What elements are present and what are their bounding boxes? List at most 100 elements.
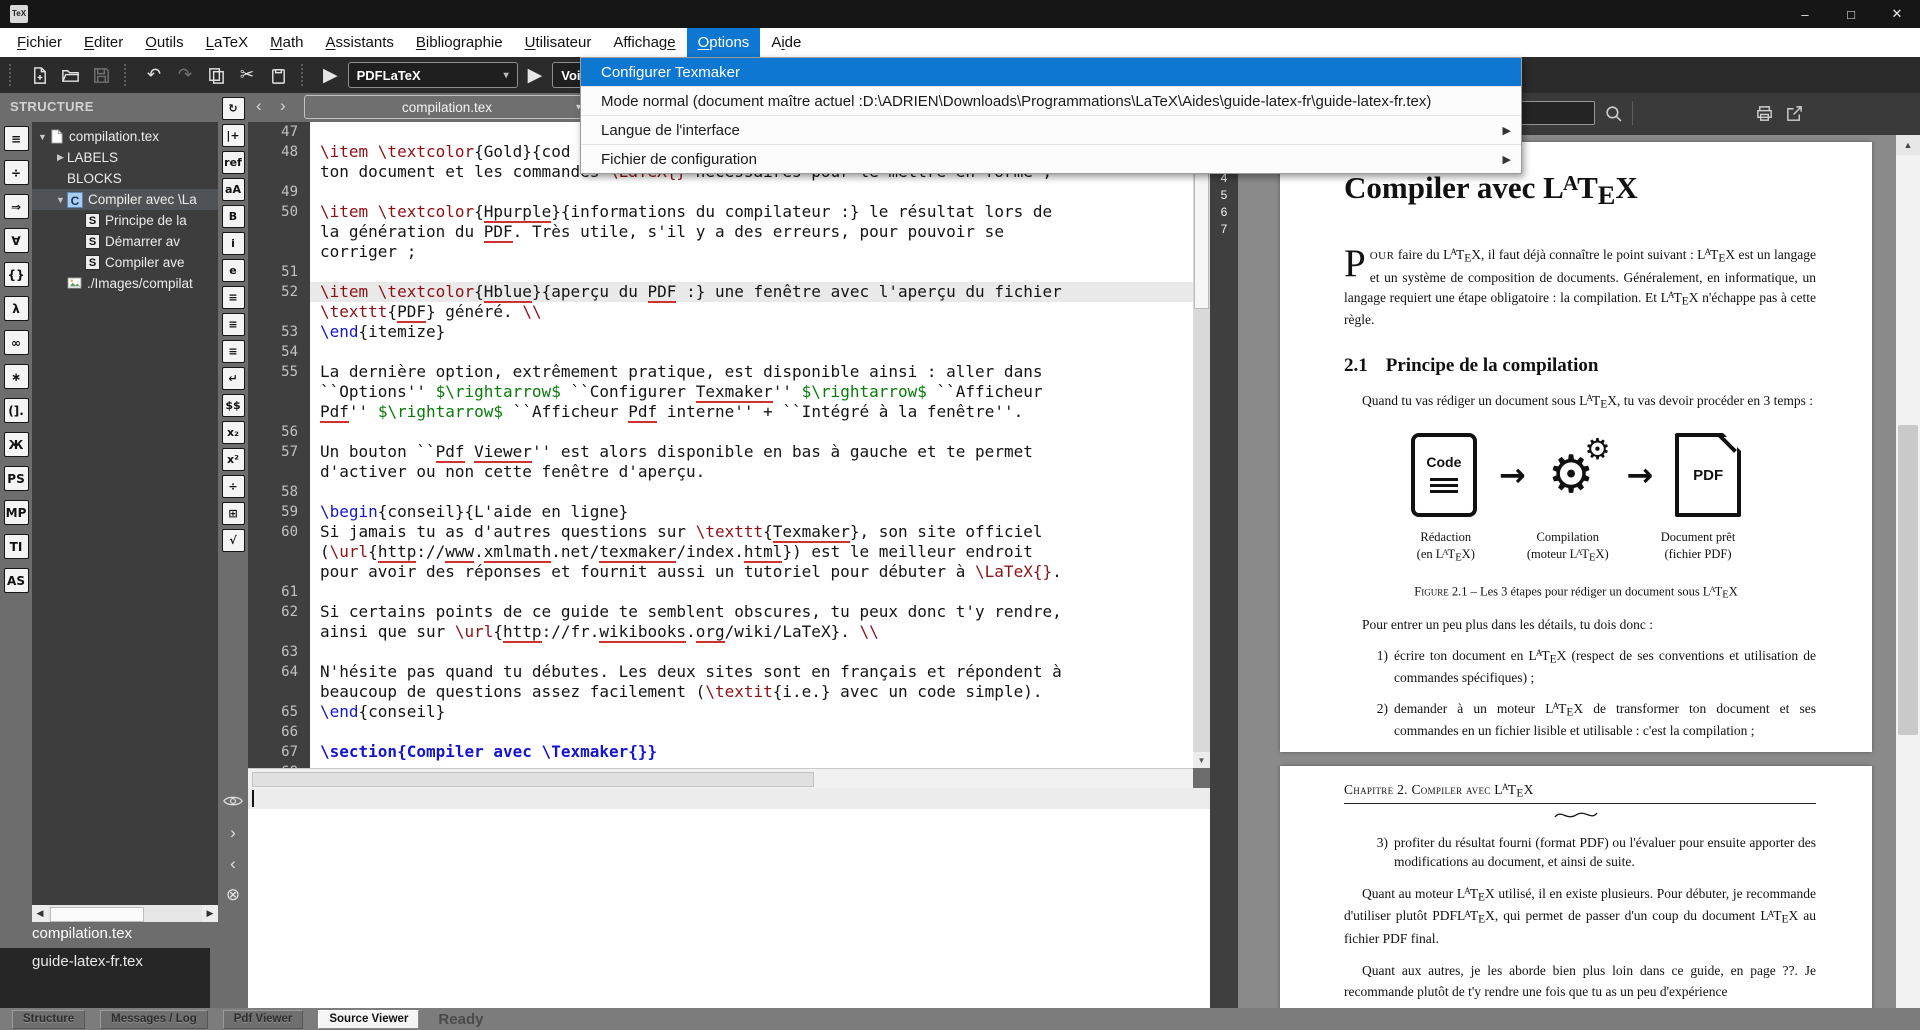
code-line[interactable]: ainsi que sur \url{http://fr.wikibooks.o… bbox=[248, 622, 1193, 642]
compile-command-select[interactable]: PDFLaTeX ▾ bbox=[348, 62, 518, 88]
editor-tool-7-icon[interactable]: ≡ bbox=[222, 313, 245, 336]
editor-tool-13-icon[interactable]: ÷ bbox=[222, 475, 245, 498]
menu-aide[interactable]: Aide bbox=[760, 28, 812, 57]
menu-item-option[interactable]: Langue de l'interface▶ bbox=[581, 116, 1521, 145]
pdf-view-area[interactable]: Compiler avec LATEX POUR faire du LATEX,… bbox=[1238, 135, 1896, 1008]
tree-expander-icon[interactable]: ▶ bbox=[54, 152, 67, 163]
code-line[interactable]: \texttt{PDF} généré. \\ bbox=[248, 302, 1193, 322]
cut-icon[interactable]: ✂ bbox=[234, 62, 260, 88]
menu-item-option[interactable]: Configurer Texmaker bbox=[581, 58, 1521, 87]
editor-tool-11-icon[interactable]: x₂ bbox=[222, 421, 245, 444]
code-line[interactable]: 62Si certains points de ce guide te semb… bbox=[248, 602, 1193, 622]
editor-tool-9-icon[interactable]: ↵ bbox=[222, 367, 245, 390]
paste-icon[interactable] bbox=[265, 62, 291, 88]
editor-tool-6-icon[interactable]: ≡ bbox=[222, 286, 245, 309]
pdf-page-thumb-6[interactable]: 6 bbox=[1210, 205, 1238, 222]
toolbar-grip[interactable] bbox=[9, 64, 16, 86]
code-line[interactable]: 66 bbox=[248, 722, 1193, 742]
code-line[interactable]: 54 bbox=[248, 342, 1193, 362]
editor-tool-2-icon[interactable]: aA bbox=[222, 178, 245, 201]
code-line[interactable]: 52\item \textcolor{Hblue}{aperçu du PDF … bbox=[248, 282, 1193, 302]
prev-icon[interactable]: ‹ bbox=[230, 855, 236, 872]
statusbar-button-structure[interactable]: Structure bbox=[12, 1010, 85, 1029]
menu-options[interactable]: Options bbox=[687, 28, 761, 57]
editor-tool-14-icon[interactable]: ⊞ bbox=[222, 502, 245, 525]
editor-tool-12-icon[interactable]: x² bbox=[222, 448, 245, 471]
tree-item[interactable]: ▼CCompiler avec \La bbox=[32, 189, 218, 210]
code-line[interactable]: 64N'hésite pas quand tu débutes. Les deu… bbox=[248, 662, 1193, 682]
new-file-icon[interactable] bbox=[26, 62, 52, 88]
editor-tool-10-icon[interactable]: $$ bbox=[222, 394, 245, 417]
pdf-vertical-scrollbar[interactable]: ▲ bbox=[1896, 135, 1920, 1008]
tab-next-icon[interactable]: › bbox=[280, 96, 286, 116]
menu-utilisateur[interactable]: Utilisateur bbox=[514, 28, 603, 57]
menu-item-option[interactable]: Mode normal (document maître actuel :D:\… bbox=[581, 87, 1521, 116]
code-line[interactable]: la génération du PDF. Très utile, s'il y… bbox=[248, 222, 1193, 242]
code-line[interactable]: 59\begin{conseil}{L'aide en ligne} bbox=[248, 502, 1193, 522]
stop-icon[interactable]: ⊗ bbox=[226, 886, 240, 903]
sidebar-tool-11-icon[interactable]: MP bbox=[4, 500, 29, 525]
menu-affichage[interactable]: Affichage bbox=[602, 28, 686, 57]
editor-horizontal-scrollbar[interactable] bbox=[248, 768, 1193, 788]
undo-icon[interactable]: ↶ bbox=[141, 62, 167, 88]
scrollbar-thumb[interactable] bbox=[1898, 425, 1918, 735]
code-line[interactable]: 53\end{itemize} bbox=[248, 322, 1193, 342]
code-line[interactable]: beaucoup de questions assez facilement (… bbox=[248, 682, 1193, 702]
code-line[interactable]: 55La dernière option, extrêmement pratiq… bbox=[248, 362, 1193, 382]
copy-icon[interactable] bbox=[203, 62, 229, 88]
statusbar-button-messages-log[interactable]: Messages / Log bbox=[100, 1010, 208, 1029]
open-file-item[interactable]: guide-latex-fr.tex bbox=[32, 953, 143, 970]
sidebar-tool-8-icon[interactable]: (]. bbox=[4, 398, 29, 423]
sidebar-tool-13-icon[interactable]: AS bbox=[4, 568, 29, 593]
save-icon[interactable] bbox=[88, 62, 114, 88]
tab-prev-icon[interactable]: ‹ bbox=[256, 96, 262, 116]
code-line[interactable]: 51 bbox=[248, 262, 1193, 282]
code-line[interactable]: pour avoir des réponses et fournit aussi… bbox=[248, 562, 1193, 582]
refresh-structure-icon[interactable]: ↻ bbox=[222, 97, 245, 120]
search-icon[interactable] bbox=[1604, 104, 1623, 128]
sidebar-tool-2-icon[interactable]: ⇒ bbox=[4, 194, 29, 219]
sidebar-tool-7-icon[interactable]: ∗ bbox=[4, 364, 29, 389]
tree-expander-icon[interactable]: ▼ bbox=[54, 195, 67, 205]
editor-vertical-scrollbar[interactable]: ▲ ▼ bbox=[1193, 122, 1210, 768]
code-line[interactable]: 56 bbox=[248, 422, 1193, 442]
editor-tool-8-icon[interactable]: ≡ bbox=[222, 340, 245, 363]
maximize-button[interactable]: □ bbox=[1828, 0, 1874, 28]
menu-fichier[interactable]: Fichier bbox=[6, 28, 73, 57]
statusbar-button-pdf-viewer[interactable]: Pdf Viewer bbox=[223, 1010, 304, 1029]
tab-compilation-tex[interactable]: compilation.tex ▾ bbox=[304, 95, 590, 119]
sidebar-tool-9-icon[interactable]: Ж bbox=[4, 432, 29, 457]
minimize-button[interactable]: – bbox=[1782, 0, 1828, 28]
editor-tool-4-icon[interactable]: i bbox=[222, 232, 245, 255]
external-viewer-icon[interactable] bbox=[1785, 104, 1804, 128]
sidebar-tool-0-icon[interactable]: ≡ bbox=[4, 126, 29, 151]
toolbar-grip[interactable] bbox=[301, 64, 308, 86]
sidebar-tool-5-icon[interactable]: λ bbox=[4, 296, 29, 321]
code-line[interactable]: 60Si jamais tu as d'autres questions sur… bbox=[248, 522, 1193, 542]
scrollbar-thumb[interactable] bbox=[50, 907, 144, 922]
code-line[interactable]: corriger ; bbox=[248, 242, 1193, 262]
menu-bibliographie[interactable]: Bibliographie bbox=[405, 28, 514, 57]
close-button[interactable]: ✕ bbox=[1874, 0, 1920, 28]
toolbar-grip[interactable] bbox=[124, 64, 131, 86]
editor-tool-1-icon[interactable]: ref bbox=[222, 151, 245, 174]
scroll-left-icon[interactable]: ◀ bbox=[32, 905, 48, 922]
sidebar-tool-4-icon[interactable]: {} bbox=[4, 262, 29, 287]
print-icon[interactable] bbox=[1755, 104, 1774, 128]
code-line[interactable]: 63 bbox=[248, 642, 1193, 662]
tree-item[interactable]: SDémarrer av bbox=[32, 231, 218, 252]
tree-item[interactable]: ▼compilation.tex bbox=[32, 126, 218, 147]
code-line[interactable]: 49 bbox=[248, 182, 1193, 202]
tree-item[interactable]: SCompiler ave bbox=[32, 252, 218, 273]
statusbar-button-source-viewer[interactable]: Source Viewer bbox=[318, 1010, 419, 1029]
code-line[interactable]: 65\end{conseil} bbox=[248, 702, 1193, 722]
menu-editer[interactable]: Editer bbox=[73, 28, 134, 57]
open-file-item-current[interactable]: compilation.tex bbox=[32, 925, 132, 942]
pdf-page-thumb-5[interactable]: 5 bbox=[1210, 188, 1238, 205]
sidebar-tool-3-icon[interactable]: ∀ bbox=[4, 228, 29, 253]
code-line[interactable]: Pdf'' $\rightarrow$ ``Afficheur Pdf inte… bbox=[248, 402, 1193, 422]
menu-math[interactable]: Math bbox=[259, 28, 314, 57]
tree-item[interactable]: SPrincipe de la bbox=[32, 210, 218, 231]
sidebar-tool-10-icon[interactable]: PS bbox=[4, 466, 29, 491]
menu-outils[interactable]: Outils bbox=[134, 28, 194, 57]
